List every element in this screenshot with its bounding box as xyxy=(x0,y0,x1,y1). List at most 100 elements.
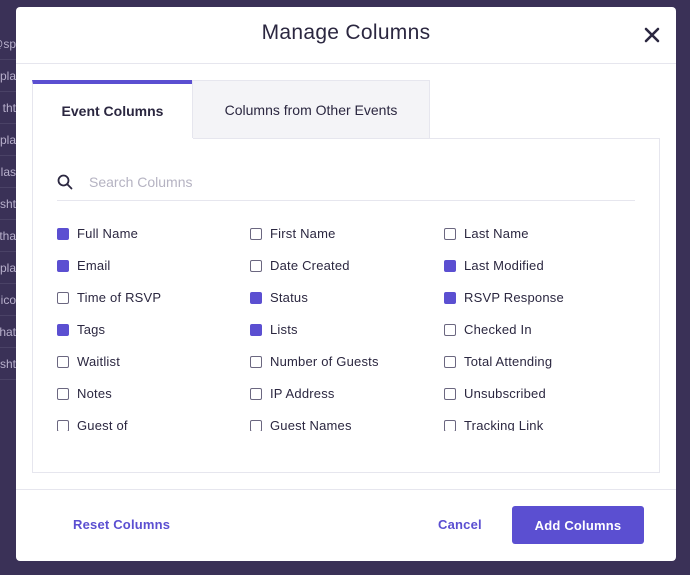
column-option[interactable]: Lists xyxy=(250,322,440,354)
column-option[interactable]: Full Name xyxy=(57,226,247,258)
background-row: hat xyxy=(0,316,16,348)
column-option-label: Notes xyxy=(77,386,112,401)
column-option[interactable]: Guest Names xyxy=(250,418,440,431)
column-checkbox[interactable] xyxy=(57,420,69,431)
column-option[interactable]: IP Address xyxy=(250,386,440,418)
column-checkbox[interactable] xyxy=(57,356,69,368)
column-option[interactable]: Time of RSVP xyxy=(57,290,247,322)
column-option[interactable]: Date Created xyxy=(250,258,440,290)
background-row: @sp xyxy=(0,28,16,60)
close-icon xyxy=(644,27,660,43)
column-checkbox[interactable] xyxy=(444,388,456,400)
column-checkbox[interactable] xyxy=(250,260,262,272)
column-checkbox[interactable] xyxy=(444,260,456,272)
column-checkbox[interactable] xyxy=(250,324,262,336)
column-option-label: Guest Names xyxy=(270,418,352,431)
dialog-title: Manage Columns xyxy=(261,21,431,44)
column-option-label: Tracking Link xyxy=(464,418,544,431)
background-row-text: pla xyxy=(0,261,16,275)
column-option[interactable]: First Name xyxy=(250,226,440,258)
column-option-label: Tags xyxy=(77,322,106,337)
column-option[interactable]: Tracking Link xyxy=(444,418,634,431)
column-option[interactable]: Last Modified xyxy=(444,258,634,290)
dialog-header: Manage Columns xyxy=(16,7,676,64)
column-option[interactable]: Checked In xyxy=(444,322,634,354)
column-option-label: RSVP Response xyxy=(464,290,564,305)
column-option-label: Guest of xyxy=(77,418,128,431)
close-button[interactable] xyxy=(640,23,664,47)
background-row-text: sht xyxy=(0,357,16,371)
manage-columns-dialog: Manage Columns Event Columns Columns fro… xyxy=(16,7,676,561)
column-option[interactable]: Total Attending xyxy=(444,354,634,386)
tab-label: Columns from Other Events xyxy=(224,101,398,118)
column-options-group: First Name Date Created Status Lists Number … xyxy=(250,226,440,431)
column-option-label: Total Attending xyxy=(464,354,553,369)
column-option-label: Date Created xyxy=(270,258,350,273)
column-option[interactable]: Waitlist xyxy=(57,354,247,386)
column-option-label: Full Name xyxy=(77,226,139,241)
columns-panel: Full Name Email Time of RSVP Tags Waitlist No… xyxy=(32,138,660,473)
column-options-group: Last Name Last Modified RSVP Response Check… xyxy=(444,226,634,431)
column-checkbox[interactable] xyxy=(57,260,69,272)
column-option[interactable]: Number of Guests xyxy=(250,354,440,386)
background-row: pla xyxy=(0,60,16,92)
column-option[interactable]: Notes xyxy=(57,386,247,418)
column-checkbox[interactable] xyxy=(57,228,69,240)
column-checkbox[interactable] xyxy=(444,292,456,304)
column-option[interactable]: Unsubscribed xyxy=(444,386,634,418)
background-row: las xyxy=(0,156,16,188)
background-row: sht xyxy=(0,188,16,220)
tab-columns-from-other-events[interactable]: Columns from Other Events xyxy=(192,80,430,138)
column-option[interactable]: Tags xyxy=(57,322,247,354)
background-row: sht xyxy=(0,348,16,380)
column-option[interactable]: Email xyxy=(57,258,247,290)
background-row-text: ico xyxy=(0,293,16,307)
background-row-text: tha xyxy=(0,229,16,243)
column-option[interactable]: Status xyxy=(250,290,440,322)
background-row: tha xyxy=(0,220,16,252)
tab-label: Event Columns xyxy=(61,103,164,119)
column-checkbox[interactable] xyxy=(250,292,262,304)
column-option[interactable]: RSVP Response xyxy=(444,290,634,322)
column-checkbox[interactable] xyxy=(444,356,456,368)
column-option[interactable]: Last Name xyxy=(444,226,634,258)
column-checkbox[interactable] xyxy=(444,420,456,431)
column-option-label: Checked In xyxy=(464,322,532,337)
column-option-label: First Name xyxy=(270,226,336,241)
add-columns-button[interactable]: Add Columns xyxy=(512,506,644,544)
background-row: pla xyxy=(0,252,16,284)
column-option-label: Number of Guests xyxy=(270,354,379,369)
background-row-text: @sp xyxy=(0,37,16,51)
background-list: @sp pla tht pla las sht tha pla ico hat sht xyxy=(0,0,16,575)
column-checkbox[interactable] xyxy=(250,356,262,368)
background-row-text: las xyxy=(0,165,16,179)
reset-columns-button[interactable]: Reset Columns xyxy=(73,517,170,532)
background-row: ico xyxy=(0,284,16,316)
search-icon xyxy=(57,174,73,190)
column-checkbox[interactable] xyxy=(57,292,69,304)
column-option-label: Last Modified xyxy=(464,258,544,273)
background-row-text: pla xyxy=(0,69,16,83)
background-row-text: pla xyxy=(0,133,16,147)
column-option[interactable]: Guest of xyxy=(57,418,247,431)
column-options: Full Name Email Time of RSVP Tags Waitlist No… xyxy=(57,226,637,431)
column-checkbox[interactable] xyxy=(57,388,69,400)
tab-event-columns[interactable]: Event Columns xyxy=(32,80,192,138)
column-checkbox[interactable] xyxy=(250,420,262,431)
background-row: pla xyxy=(0,124,16,156)
column-checkbox[interactable] xyxy=(444,228,456,240)
background-row-text: sht xyxy=(0,197,16,211)
column-checkbox[interactable] xyxy=(57,324,69,336)
search-input[interactable] xyxy=(89,170,629,194)
search-bar xyxy=(57,168,635,201)
column-tabs: Event Columns Columns from Other Events xyxy=(32,80,430,138)
column-checkbox[interactable] xyxy=(444,324,456,336)
column-checkbox[interactable] xyxy=(250,228,262,240)
column-options-group: Full Name Email Time of RSVP Tags Waitlist No… xyxy=(57,226,247,431)
dialog-footer: Reset Columns Cancel Add Columns xyxy=(16,489,676,561)
column-option-label: Email xyxy=(77,258,111,273)
cancel-button[interactable]: Cancel xyxy=(438,517,482,532)
column-option-label: Unsubscribed xyxy=(464,386,546,401)
column-option-label: Waitlist xyxy=(77,354,121,369)
column-checkbox[interactable] xyxy=(250,388,262,400)
